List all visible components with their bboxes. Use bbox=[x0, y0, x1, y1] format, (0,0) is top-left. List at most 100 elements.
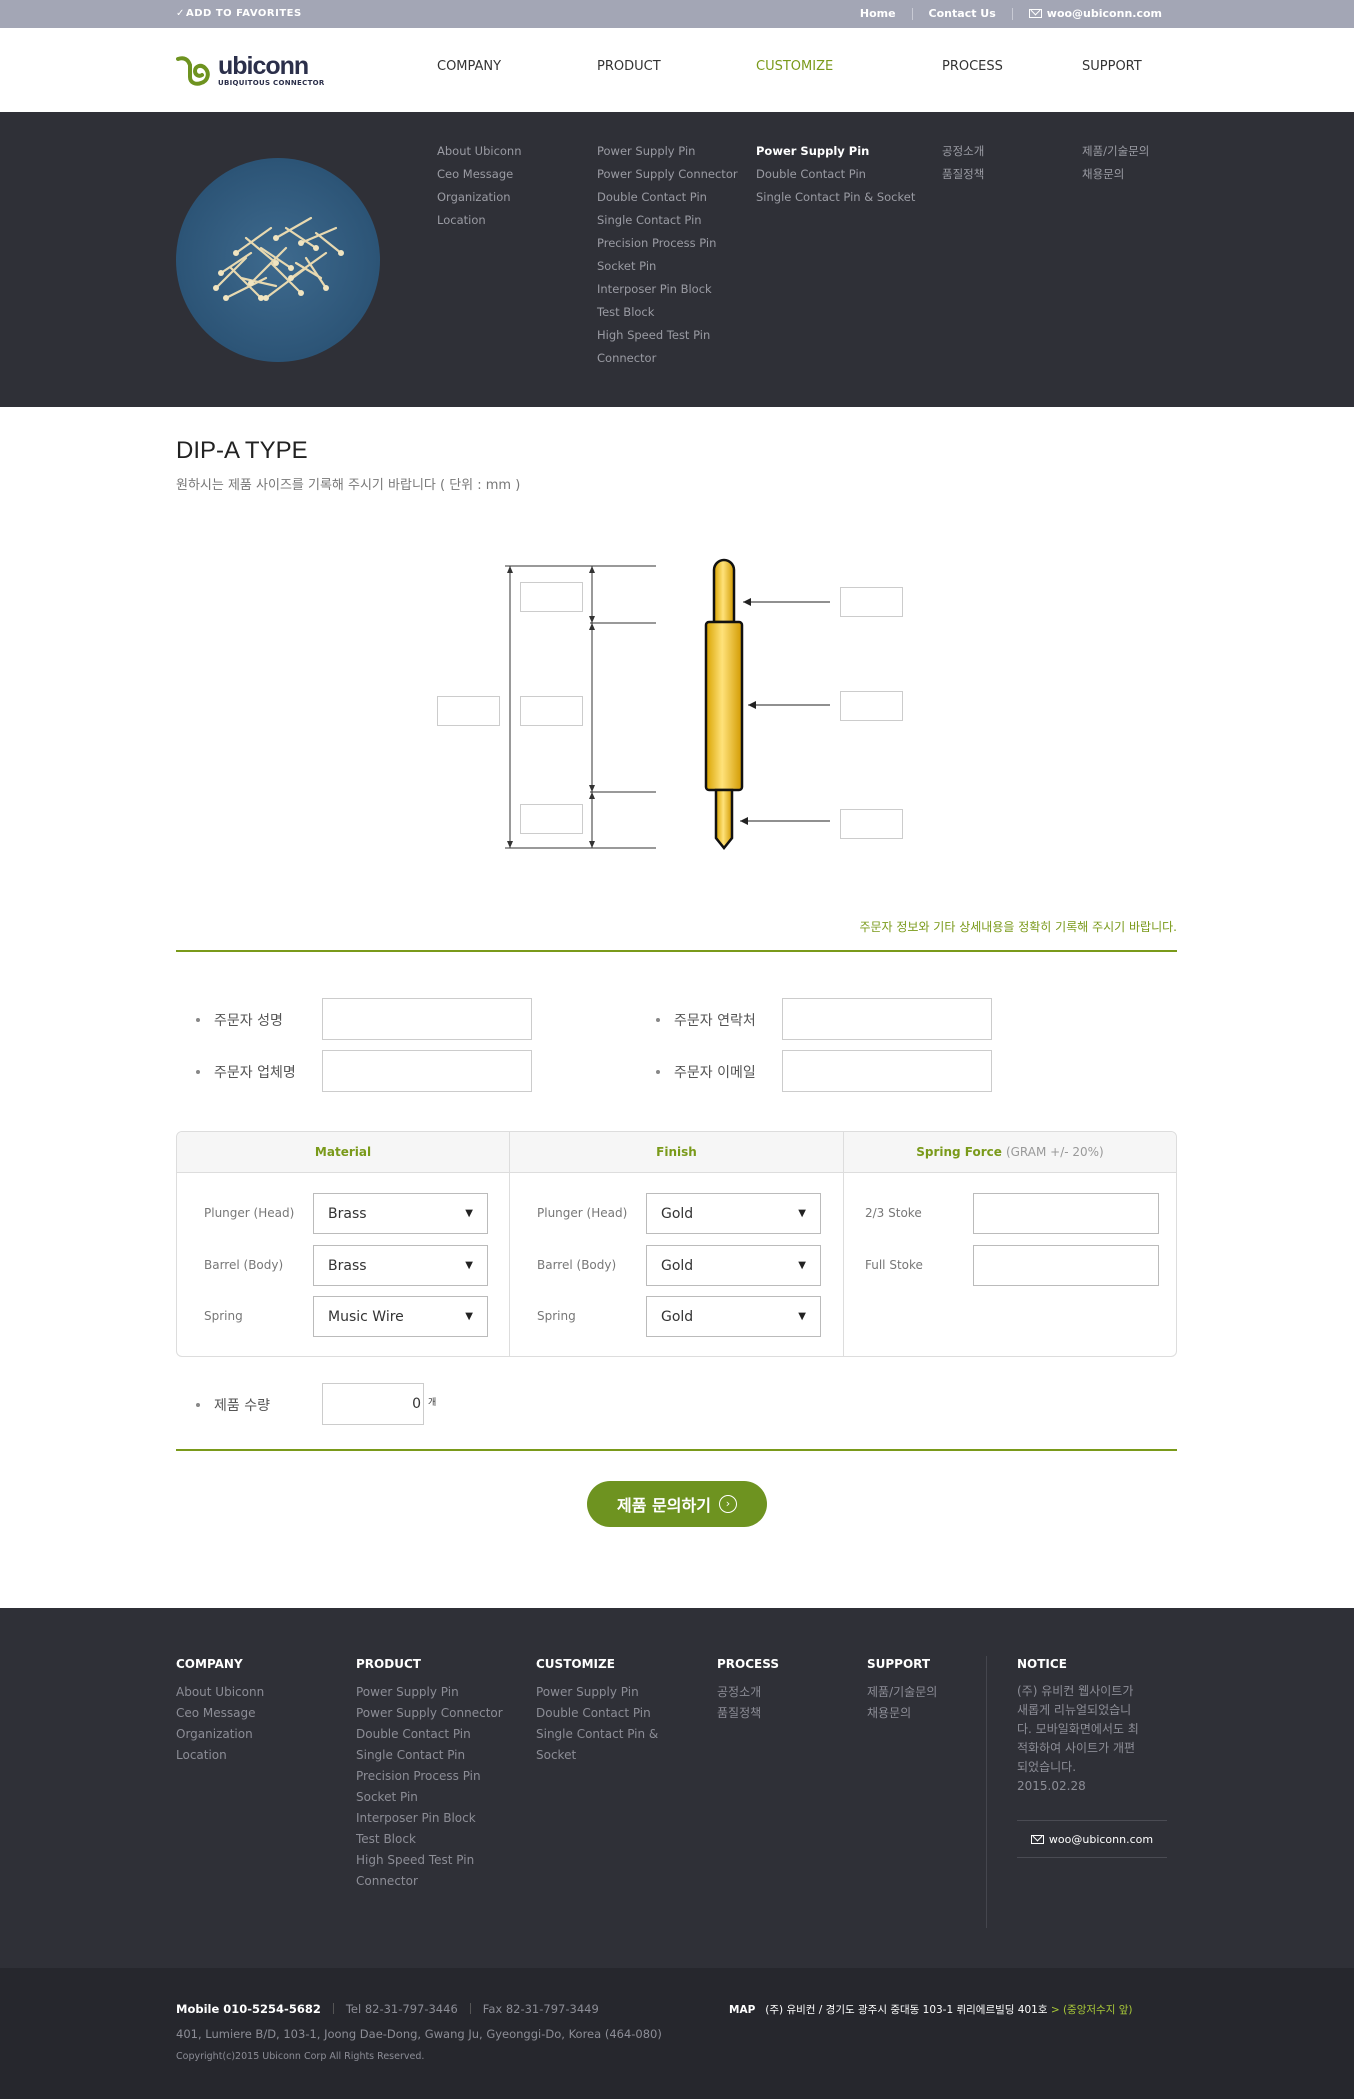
map-line[interactable]: MAP (주) 유비컨 / 경기도 광주시 중대동 103-1 뤼리에르빌딩 4… bbox=[729, 2002, 1132, 2017]
footer-link[interactable]: Power Supply Pin bbox=[536, 1682, 658, 1703]
mega-item-active[interactable]: Power Supply Pin bbox=[756, 140, 915, 163]
mega-item[interactable]: Single Contact Pin & Socket bbox=[756, 186, 915, 209]
nav-company[interactable]: COMPANY bbox=[437, 59, 501, 74]
mega-item[interactable]: 공정소개 bbox=[942, 140, 984, 163]
logo-mark-icon bbox=[176, 55, 210, 86]
contact-us-link[interactable]: Contact Us bbox=[929, 7, 996, 20]
mega-col-support: 제품/기술문의 채용문의 bbox=[1082, 140, 1149, 186]
spring-full-input[interactable] bbox=[973, 1245, 1159, 1286]
footer-link[interactable]: Test Block bbox=[356, 1829, 503, 1850]
material-barrel-select[interactable]: Brass ▼ bbox=[313, 1245, 488, 1286]
orderer-email-input[interactable] bbox=[782, 1050, 992, 1092]
mega-col-company: About Ubiconn Ceo Message Organization L… bbox=[437, 140, 522, 232]
dropdown-arrow-icon: ▼ bbox=[465, 1260, 473, 1271]
footer-link[interactable]: 품질정책 bbox=[717, 1703, 779, 1724]
pin-diagram bbox=[0, 540, 1354, 870]
mega-item[interactable]: Ceo Message bbox=[437, 163, 522, 186]
footer-link[interactable]: Socket Pin bbox=[356, 1787, 503, 1808]
mega-item[interactable]: About Ubiconn bbox=[437, 140, 522, 163]
mega-item[interactable]: Socket Pin bbox=[597, 255, 738, 278]
home-link[interactable]: Home bbox=[860, 7, 896, 20]
mega-item[interactable]: 제품/기술문의 bbox=[1082, 140, 1149, 163]
material-spring-select[interactable]: Music Wire ▼ bbox=[313, 1296, 488, 1337]
mega-item[interactable]: Single Contact Pin bbox=[597, 209, 738, 232]
footer-link[interactable]: Power Supply Pin bbox=[356, 1682, 503, 1703]
mega-item[interactable]: Organization bbox=[437, 186, 522, 209]
footer-link[interactable]: About Ubiconn bbox=[176, 1682, 264, 1703]
nav-product[interactable]: PRODUCT bbox=[597, 59, 661, 74]
spring-two-thirds-input[interactable] bbox=[973, 1193, 1159, 1234]
footer-email-link[interactable]: woo@ubiconn.com bbox=[1017, 1820, 1167, 1858]
divider bbox=[843, 1132, 844, 1356]
dimension-input-tail-diameter[interactable] bbox=[840, 809, 903, 839]
footer-link[interactable]: Power Supply Connector bbox=[356, 1703, 503, 1724]
quantity-input[interactable]: 0 bbox=[322, 1383, 424, 1425]
mega-item[interactable]: Power Supply Connector bbox=[597, 163, 738, 186]
orderer-contact-input[interactable] bbox=[782, 998, 992, 1040]
dimension-input-plunger-length[interactable] bbox=[520, 582, 583, 612]
footer-link[interactable]: Location bbox=[176, 1745, 264, 1766]
mega-item[interactable]: High Speed Test Pin bbox=[597, 324, 738, 347]
map-link[interactable]: > (중앙저수지 앞) bbox=[1051, 2004, 1133, 2016]
finish-plunger-select[interactable]: Gold ▼ bbox=[646, 1193, 821, 1234]
footer-link[interactable]: High Speed Test Pin bbox=[356, 1850, 503, 1871]
mega-item[interactable]: Interposer Pin Block bbox=[597, 278, 738, 301]
footer-link[interactable]: 제품/기술문의 bbox=[867, 1682, 937, 1703]
footer-link[interactable]: Double Contact Pin bbox=[356, 1724, 503, 1745]
mega-item[interactable]: Power Supply Pin bbox=[597, 140, 738, 163]
add-to-favorites-link[interactable]: ✓ADD TO FAVORITES bbox=[176, 8, 302, 19]
mega-item[interactable]: Double Contact Pin bbox=[756, 163, 915, 186]
nav-support[interactable]: SUPPORT bbox=[1082, 59, 1142, 74]
dimension-input-head-diameter[interactable] bbox=[840, 587, 903, 617]
footer-link[interactable]: 채용문의 bbox=[867, 1703, 937, 1724]
footer-link[interactable]: 공정소개 bbox=[717, 1682, 779, 1703]
orderer-company-input[interactable] bbox=[322, 1050, 532, 1092]
footer-link[interactable]: Precision Process Pin bbox=[356, 1766, 503, 1787]
label-text: 주문자 성명 bbox=[214, 1013, 283, 1029]
orderer-name-label: 주문자 성명 bbox=[196, 1010, 283, 1030]
footer-link[interactable]: Double Contact Pin bbox=[536, 1703, 658, 1724]
dimension-input-tail-length[interactable] bbox=[520, 804, 583, 834]
footer-link[interactable]: Single Contact Pin & bbox=[536, 1724, 658, 1745]
footer-link[interactable]: Organization bbox=[176, 1724, 264, 1745]
mega-item[interactable]: Double Contact Pin bbox=[597, 186, 738, 209]
finish-barrel-select[interactable]: Gold ▼ bbox=[646, 1245, 821, 1286]
mega-item[interactable]: Connector bbox=[597, 347, 738, 370]
select-value: Brass bbox=[328, 1257, 367, 1274]
footer-col-company: COMPANY About Ubiconn Ceo Message Organi… bbox=[176, 1656, 264, 1766]
label-text: 주문자 이메일 bbox=[674, 1065, 756, 1081]
finish-spring-select[interactable]: Gold ▼ bbox=[646, 1296, 821, 1337]
mega-item[interactable]: 품질정책 bbox=[942, 163, 984, 186]
notice-line: 적화하여 사이트가 개편 bbox=[1017, 1741, 1136, 1755]
spring-force-header: Spring Force (GRAM +/- 20%) bbox=[844, 1132, 1176, 1173]
label-text: 주문자 업체명 bbox=[214, 1065, 296, 1081]
dropdown-arrow-icon: ▼ bbox=[798, 1311, 806, 1322]
nav-customize[interactable]: CUSTOMIZE bbox=[756, 59, 833, 74]
orderer-name-input[interactable] bbox=[322, 998, 532, 1040]
logo-tagline: UBIQUITOUS CONNECTOR bbox=[218, 79, 325, 87]
mega-item[interactable]: Location bbox=[437, 209, 522, 232]
email-link[interactable]: woo@ubiconn.com bbox=[1028, 7, 1162, 20]
nav-process[interactable]: PROCESS bbox=[942, 59, 1003, 74]
form-note: 주문자 정보와 기타 상세내용을 정확히 기록해 주시기 바랍니다. bbox=[859, 920, 1177, 934]
footer-link[interactable]: Socket bbox=[536, 1745, 658, 1766]
footer-link[interactable]: Connector bbox=[356, 1871, 503, 1892]
dimension-input-total-length[interactable] bbox=[437, 696, 500, 726]
dimension-input-barrel-diameter[interactable] bbox=[840, 691, 903, 721]
footer-link[interactable]: Ceo Message bbox=[176, 1703, 264, 1724]
header: ubiconn UBIQUITOUS CONNECTOR COMPANY PRO… bbox=[0, 28, 1354, 112]
footer-heading: SUPPORT bbox=[867, 1657, 931, 1671]
mega-item[interactable]: Precision Process Pin bbox=[597, 232, 738, 255]
material-plunger-label: Plunger (Head) bbox=[204, 1206, 295, 1220]
bullet-icon bbox=[196, 1018, 200, 1022]
footer-link[interactable]: Single Contact Pin bbox=[356, 1745, 503, 1766]
submit-inquiry-button[interactable]: 제품 문의하기 › bbox=[587, 1481, 767, 1527]
dimension-input-barrel-length[interactable] bbox=[520, 696, 583, 726]
mega-item[interactable]: 채용문의 bbox=[1082, 163, 1149, 186]
material-plunger-select[interactable]: Brass ▼ bbox=[313, 1193, 488, 1234]
mega-item[interactable]: Test Block bbox=[597, 301, 738, 324]
mega-col-customize: Power Supply Pin Double Contact Pin Sing… bbox=[756, 140, 915, 209]
logo-wordmark: ubiconn bbox=[218, 52, 309, 80]
footer-link[interactable]: Interposer Pin Block bbox=[356, 1808, 503, 1829]
logo[interactable]: ubiconn UBIQUITOUS CONNECTOR bbox=[176, 54, 325, 87]
